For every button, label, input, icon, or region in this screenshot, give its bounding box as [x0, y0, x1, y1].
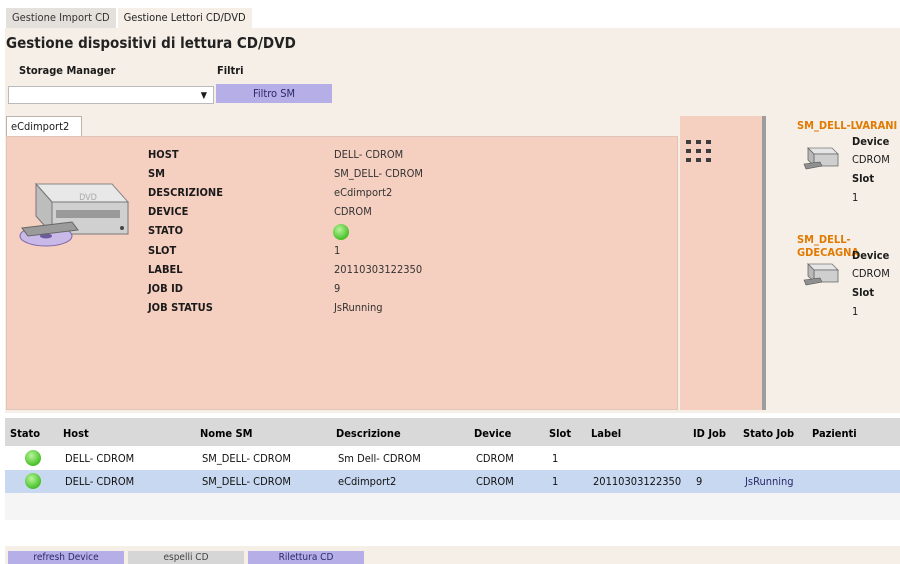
field-device-value: CDROM: [334, 205, 372, 218]
top-tabs: Gestione Import CD Gestione Lettori CD/D…: [6, 8, 254, 28]
rilettura-cd-button[interactable]: Rilettura CD: [248, 551, 364, 564]
cell-slot: 1: [552, 475, 559, 488]
filtri-label: Filtri: [217, 64, 244, 77]
status-dot-icon: [25, 473, 41, 489]
field-device-label: DEVICE: [148, 205, 189, 218]
field-stato-label: STATO: [148, 224, 183, 237]
side-panel-lvarani[interactable]: SM_DELL-LVARANI Device CDROM Slot 1: [790, 116, 900, 222]
refresh-device-button[interactable]: refresh Device: [8, 551, 124, 564]
cdrom-drive-icon: [803, 263, 839, 286]
cdrom-drive-icon: [803, 147, 839, 170]
side-device-label: Device: [852, 249, 890, 262]
side-slot-value: 1: [852, 305, 859, 318]
field-slot-label: SLOT: [148, 244, 177, 257]
status-dot-icon: [25, 450, 41, 466]
column-header-pazienti[interactable]: Pazienti: [812, 427, 857, 440]
field-descrizione-label: DESCRIZIONE: [148, 186, 223, 199]
cell-descrizione: eCdimport2: [338, 475, 397, 488]
column-header-stato-job[interactable]: Stato Job: [743, 427, 794, 440]
espelli-cd-button[interactable]: espelli CD: [128, 551, 244, 564]
field-jobid-label: JOB ID: [148, 282, 183, 295]
cell-nome-sm: SM_DELL- CDROM: [202, 475, 291, 488]
page-title: Gestione dispositivi di lettura CD/DVD: [6, 34, 296, 52]
cell-slot: 1: [552, 452, 559, 465]
side-device-value: CDROM: [852, 267, 890, 280]
chevron-down-icon: ▼: [200, 91, 207, 101]
field-host-value: DELL- CDROM: [334, 148, 404, 161]
field-label-label: LABEL: [148, 263, 183, 276]
table-row-selected[interactable]: DELL- CDROM SM_DELL- CDROM eCdimport2 CD…: [5, 470, 900, 493]
storage-manager-select[interactable]: ▼: [8, 86, 214, 104]
vertical-scrollbar[interactable]: [762, 116, 766, 410]
cell-host: DELL- CDROM: [65, 452, 135, 465]
dvd-drive-icon: DVD: [19, 182, 130, 247]
field-descrizione-value: eCdimport2: [334, 186, 393, 199]
column-header-host[interactable]: Host: [63, 427, 89, 440]
side-panel-gdecagna[interactable]: SM_DELL-GDECAGNA Device CDROM Slot 1: [790, 228, 900, 344]
grip-handle-icon[interactable]: [686, 140, 714, 164]
cell-stato-job: JsRunning: [745, 475, 794, 488]
column-header-descrizione[interactable]: Descrizione: [336, 427, 401, 440]
storage-manager-label: Storage Manager: [19, 64, 116, 77]
filtro-sm-button[interactable]: Filtro SM: [216, 84, 332, 103]
svg-text:DVD: DVD: [79, 193, 97, 203]
table-row[interactable]: DELL- CDROM SM_DELL- CDROM Sm Dell- CDRO…: [5, 447, 900, 470]
side-slot-value: 1: [852, 191, 859, 204]
table-empty-row: [5, 493, 900, 520]
cell-host: DELL- CDROM: [65, 475, 135, 488]
tab-gestione-lettori[interactable]: Gestione Lettori CD/DVD: [117, 8, 252, 28]
cell-nome-sm: SM_DELL- CDROM: [202, 452, 291, 465]
column-header-slot[interactable]: Slot: [549, 427, 571, 440]
field-jobid-value: 9: [334, 282, 341, 295]
side-device-value: CDROM: [852, 153, 890, 166]
field-host-label: HOST: [148, 148, 179, 161]
field-slot-value: 1: [334, 244, 341, 257]
cell-descrizione: Sm Dell- CDROM: [338, 452, 421, 465]
column-header-device[interactable]: Device: [474, 427, 511, 440]
field-label-value: 20110303122350: [334, 263, 423, 276]
devices-grid-header: Stato Host Nome SM Descrizione Device Sl…: [5, 418, 900, 446]
field-sm-value: SM_DELL- CDROM: [334, 167, 423, 180]
side-device-label: Device: [852, 135, 890, 148]
side-slot-label: Slot: [852, 172, 875, 185]
status-dot-icon: [333, 224, 349, 240]
column-header-nome-sm[interactable]: Nome SM: [200, 427, 253, 440]
column-header-id-job[interactable]: ID Job: [693, 427, 726, 440]
cell-device: CDROM: [476, 452, 514, 465]
side-panel-title: SM_DELL-LVARANI: [797, 119, 898, 132]
cell-device: CDROM: [476, 475, 514, 488]
column-header-stato[interactable]: Stato: [10, 427, 40, 440]
side-slot-label: Slot: [852, 286, 875, 299]
cell-label: 20110303122350: [593, 475, 682, 488]
field-jobstatus-value: JsRunning: [334, 301, 383, 314]
column-header-label[interactable]: Label: [591, 427, 621, 440]
cell-id-job: 9: [696, 475, 703, 488]
drive-tab[interactable]: eCdimport2: [6, 116, 82, 136]
field-jobstatus-label: JOB STATUS: [148, 301, 213, 314]
tab-gestione-import-cd[interactable]: Gestione Import CD: [6, 8, 116, 28]
field-sm-label: SM: [148, 167, 165, 180]
